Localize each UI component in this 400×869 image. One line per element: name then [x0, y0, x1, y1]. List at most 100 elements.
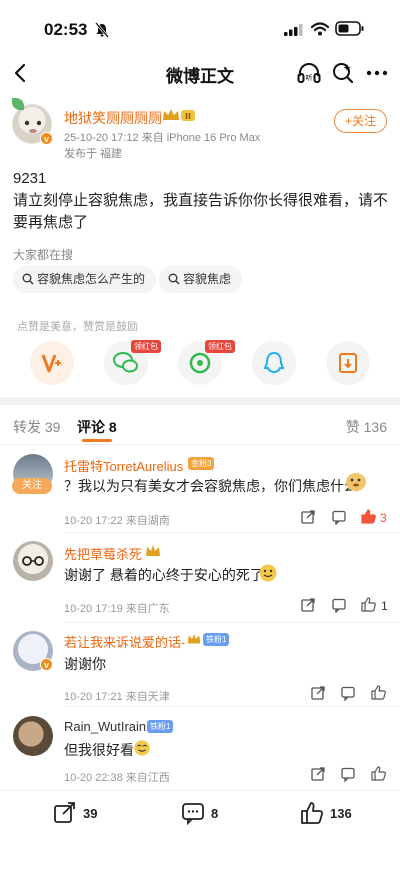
svg-text:听: 听 — [306, 73, 313, 82]
status-bar: 02:53 — [0, 0, 400, 58]
comment-text: 谢谢你 — [64, 656, 106, 672]
fan-badge: 金粉3 — [188, 457, 215, 470]
comment-text: ？我以为只有美女才会容貌焦虑，你们焦虑什么 — [64, 478, 358, 494]
verified-icon: v — [40, 658, 53, 671]
follow-button[interactable]: +关注 — [334, 109, 387, 133]
battery-icon — [335, 21, 364, 36]
comment-separator — [64, 532, 400, 533]
search-icon — [22, 273, 34, 285]
repost-icon[interactable] — [310, 766, 326, 782]
comment-meta: 10-20 17:22 来自湖南 — [64, 515, 170, 527]
reward-button[interactable] — [30, 341, 74, 385]
repost-icon[interactable] — [310, 685, 326, 701]
comment-like-count: 3 — [380, 511, 387, 525]
hot-search-label: 大家都在搜 — [13, 248, 74, 262]
like-icon[interactable] — [370, 765, 387, 782]
like-icon[interactable] — [360, 508, 377, 525]
search-chip-label: 容貌焦虑 — [183, 272, 232, 286]
comment-item: Rain_WutIrain 铁粉1 但我很好看 10-20 22:38 来自江西 — [0, 710, 400, 790]
comment-separator — [64, 706, 400, 707]
comment-avatar[interactable] — [13, 716, 53, 756]
crown-badge-icon — [146, 545, 160, 556]
repost-icon[interactable] — [300, 509, 316, 525]
tab-repost[interactable]: 转发 39 — [13, 417, 60, 437]
reward-label: 点赞是美意，赞赏是鼓励 — [17, 321, 138, 333]
crown-level-icon: II — [163, 109, 195, 121]
comment-item: v 若让我来诉说爱的话- 铁粉1 谢谢你 10-20 17:21 来自天津 — [0, 626, 400, 708]
tab-bar: 转发 39 评论 8 赞 136 — [0, 405, 400, 445]
red-packet-tag: 领红包 — [205, 340, 235, 353]
red-packet-tag: 领红包 — [131, 340, 161, 353]
comment-meta: 10-20 17:19 来自广东 — [64, 603, 170, 615]
search-icon[interactable] — [330, 60, 356, 86]
post-body-line2: 请立刻停止容貌焦虑，我直接告诉你你长得很难看，请不要再焦虑了 — [13, 192, 389, 231]
wifi-icon — [311, 22, 329, 36]
search-icon — [168, 273, 180, 285]
doge-emoji-icon — [346, 473, 366, 491]
like-button[interactable]: 136 — [300, 801, 360, 827]
comment-icon — [182, 803, 204, 826]
comment-text: 但我很好看 — [64, 742, 134, 758]
comment-icon[interactable] — [331, 597, 347, 613]
nav-bar: 微博正文 听 — [0, 58, 400, 92]
tab-comment[interactable]: 评论 8 — [77, 417, 117, 437]
comment-username[interactable]: Rain_WutIrain — [64, 719, 146, 734]
fan-badge: 铁粉1 — [147, 720, 174, 733]
comment-separator — [64, 622, 400, 623]
save-image-icon — [339, 353, 357, 373]
section-divider — [0, 397, 400, 405]
like-icon — [301, 802, 324, 824]
search-chip-1[interactable]: 容貌焦虑怎么产生的 — [13, 266, 157, 293]
share-qq-button[interactable] — [252, 341, 296, 385]
smile-emoji-icon — [259, 564, 277, 582]
search-chip-2[interactable]: 容貌焦虑 — [159, 266, 243, 293]
like-icon[interactable] — [370, 684, 387, 701]
headphones-icon[interactable]: 听 — [296, 60, 322, 86]
cellular-signal-icon — [284, 24, 303, 36]
more-icon[interactable] — [364, 60, 390, 86]
level-label: II — [185, 112, 191, 121]
status-time: 02:53 — [44, 20, 88, 39]
like-icon[interactable] — [360, 596, 377, 613]
post-body-line1: 9231 — [13, 170, 47, 187]
crown-badge-icon — [187, 633, 201, 644]
comment-avatar[interactable] — [13, 541, 53, 581]
search-chip-label: 容貌焦虑怎么产生的 — [37, 272, 146, 286]
post-location: 发布于 福建 — [64, 148, 123, 160]
comment-icon[interactable] — [340, 766, 356, 782]
comment-username[interactable]: 托雷特TorretAurelius — [64, 456, 183, 475]
back-icon[interactable] — [8, 60, 34, 86]
repost-icon[interactable] — [300, 597, 316, 613]
repost-button[interactable]: 39 — [53, 801, 103, 827]
tab-underline — [82, 439, 112, 442]
fan-badge: 铁粉1 — [203, 633, 230, 646]
comment-username[interactable]: 先把草莓杀死 — [64, 544, 142, 563]
comment-username[interactable]: 若让我来诉说爱的话- — [64, 632, 185, 651]
follow-mini-button[interactable]: 关注 — [12, 478, 52, 494]
post-header: v 地狱笑厕厕厕厕 II 25-10-20 17:12 来自 iPhone 16… — [0, 98, 400, 160]
post-body: 9231 请立刻停止容貌焦虑，我直接告诉你你长得很难看，请不要再焦虑了 — [13, 168, 389, 234]
comment-meta: 10-20 17:21 来自天津 — [64, 691, 170, 703]
repost-count: 39 — [83, 806, 98, 821]
post-username[interactable]: 地狱笑厕厕厕厕 — [64, 108, 162, 128]
reward-v-icon — [41, 354, 61, 373]
comment-item: 先把草莓杀死 谢谢了 悬着的心终于安心的死了 10-20 17:19 来自广东 … — [0, 536, 400, 620]
comment-like-count: 1 — [381, 599, 388, 613]
verified-icon: v — [40, 132, 53, 145]
comment-icon[interactable] — [331, 509, 347, 525]
comment-meta: 10-20 22:38 来自江西 — [64, 772, 170, 784]
comment-item: 关注 托雷特TorretAurelius 金粉3 ？我以为只有美女才会容貌焦虑，… — [0, 450, 400, 530]
bell-off-icon — [95, 22, 109, 38]
comment-button[interactable]: 8 — [181, 801, 223, 827]
qq-icon — [263, 351, 285, 374]
glasses-face-icon — [22, 556, 44, 566]
save-image-button[interactable] — [326, 341, 370, 385]
smile-emoji-icon — [134, 740, 150, 756]
comment-icon[interactable] — [340, 685, 356, 701]
tab-like[interactable]: 赞 136 — [346, 417, 387, 437]
comment-text: 谢谢了 悬着的心终于安心的死了 — [64, 567, 264, 583]
comment-count: 8 — [211, 806, 219, 821]
like-count: 136 — [330, 806, 352, 821]
repost-icon — [54, 802, 75, 823]
post-time-device: 25-10-20 17:12 来自 iPhone 16 Pro Max — [64, 132, 261, 144]
